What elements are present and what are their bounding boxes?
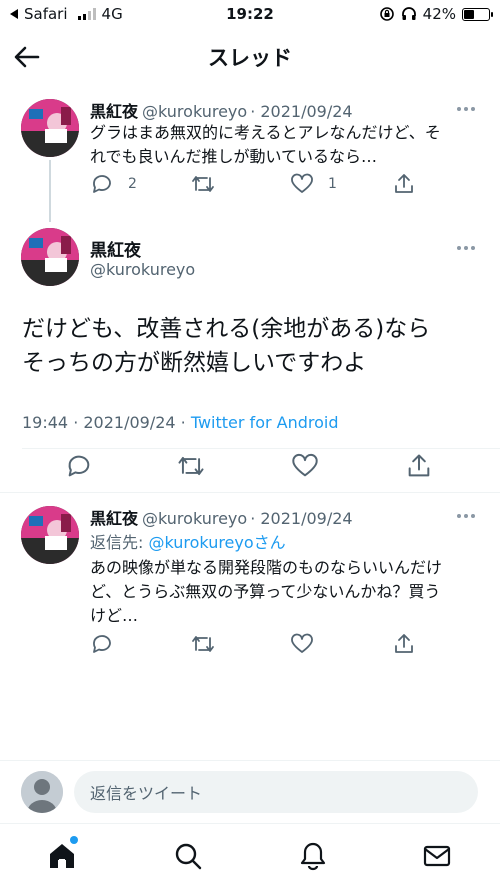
reply-count: 2 (128, 176, 137, 192)
more-options-icon[interactable] (457, 104, 481, 114)
share-icon (395, 634, 413, 653)
like-button[interactable] (290, 632, 314, 656)
reply-button[interactable] (65, 452, 93, 480)
like-count: 1 (328, 176, 337, 192)
tweet-text-line: けど… (90, 606, 139, 625)
messages-icon[interactable] (421, 840, 453, 872)
tweet-text: だけども、改善される(余地がある)なら そっちの方が断然嬉しいですわよ (22, 312, 492, 380)
share-button[interactable] (405, 452, 433, 480)
home-icon[interactable] (46, 840, 78, 872)
reply-icon (68, 455, 90, 477)
status-right: 42% (379, 5, 493, 23)
more-options-icon[interactable] (457, 511, 481, 521)
rotation-lock-icon (379, 7, 394, 21)
handle[interactable]: @kurokureyo (142, 102, 247, 121)
tweet-text: グラはまあ無双的に考えるとアレなんだけど、そ れでも良いんだ推しが動いているなら… (90, 121, 490, 169)
page-title: スレッド (208, 46, 292, 70)
divider (22, 448, 500, 449)
tweet-text-line: そっちの方が断然嬉しいですわよ (22, 350, 367, 376)
tweet-meta: 19:44 · 2021/09/24 · Twitter for Android (22, 413, 339, 432)
tweet-text: あの映像が単なる開発段階のものならいいんだけ ど、とうらぶ無双の予算って少ないん… (90, 556, 490, 628)
heart-icon (291, 633, 313, 653)
retweet-button[interactable] (190, 172, 216, 196)
share-icon (408, 454, 430, 477)
tweet-actions (0, 452, 500, 482)
reply-icon (93, 635, 111, 653)
handle[interactable]: @kurokureyo (90, 260, 195, 279)
unread-dot (70, 836, 78, 844)
user-avatar[interactable] (21, 771, 63, 813)
retweet-button[interactable] (176, 452, 206, 480)
retweet-icon (178, 456, 204, 476)
reply-input[interactable]: 返信をツイート (74, 771, 478, 813)
thread-connector (49, 160, 51, 222)
share-button[interactable] (392, 632, 416, 656)
tweet-actions: 2 1 (0, 172, 500, 202)
avatar[interactable] (21, 228, 79, 286)
battery-percent: 42% (422, 5, 456, 23)
header: スレッド (0, 30, 500, 82)
reply-button[interactable] (90, 632, 114, 656)
tweet-timestamp: 19:44 · 2021/09/24 · (22, 413, 191, 432)
reply-button[interactable]: 2 (90, 172, 137, 196)
heart-icon (291, 173, 313, 193)
display-name[interactable]: 黒紅夜 (90, 102, 138, 121)
reply-to-handle-link[interactable]: @kurokureyoさん (148, 533, 285, 552)
heart-icon (292, 453, 318, 477)
retweet-icon (192, 176, 214, 192)
bottom-nav (0, 823, 500, 889)
tweet-actions (0, 632, 500, 662)
tweet-date[interactable]: · 2021/09/24 (250, 509, 352, 528)
avatar[interactable] (21, 99, 79, 157)
retweet-button[interactable] (190, 632, 216, 656)
reply-icon (93, 175, 111, 193)
display-name[interactable]: 黒紅夜 (90, 236, 141, 261)
more-options-icon[interactable] (457, 243, 481, 253)
divider (0, 492, 500, 493)
share-button[interactable] (392, 172, 416, 196)
tweet-text-line: だけども、改善される(余地がある)なら (22, 316, 431, 342)
tweet-source-link[interactable]: Twitter for Android (191, 413, 339, 432)
like-button[interactable]: 1 (290, 172, 337, 196)
tweet-date[interactable]: · 2021/09/24 (250, 102, 352, 121)
display-name[interactable]: 黒紅夜 (90, 509, 138, 528)
retweet-icon (192, 636, 214, 652)
tweet-text-line: グラはまあ無双的に考えるとアレなんだけど、そ (90, 123, 441, 142)
search-icon[interactable] (172, 840, 204, 872)
reply-to-prefix: 返信先: (90, 533, 149, 552)
status-bar: Safari 4G 19:22 42% (0, 0, 500, 30)
like-button[interactable] (291, 452, 319, 480)
tweet-header: 黒紅夜 @kurokureyo · 2021/09/24 (90, 505, 353, 529)
tweet-text-line: れでも良いんだ推しが動いているなら… (90, 147, 378, 166)
handle[interactable]: @kurokureyo (142, 509, 247, 528)
tweet-text-line: あの映像が単なる開発段階のものならいいんだけ (90, 558, 443, 577)
battery-icon (462, 7, 493, 21)
tweet-header: 黒紅夜 @kurokureyo · 2021/09/24 (90, 98, 353, 122)
headphones-icon (401, 7, 416, 20)
notifications-icon[interactable] (297, 840, 329, 872)
reply-to-line: 返信先: @kurokureyoさん (90, 529, 286, 553)
avatar[interactable] (21, 506, 79, 564)
tweet-text-line: ど、とうらぶ無双の予算って少ないんかね？買う (90, 582, 441, 601)
share-icon (395, 174, 413, 193)
reply-composer: 返信をツイート (0, 760, 500, 822)
